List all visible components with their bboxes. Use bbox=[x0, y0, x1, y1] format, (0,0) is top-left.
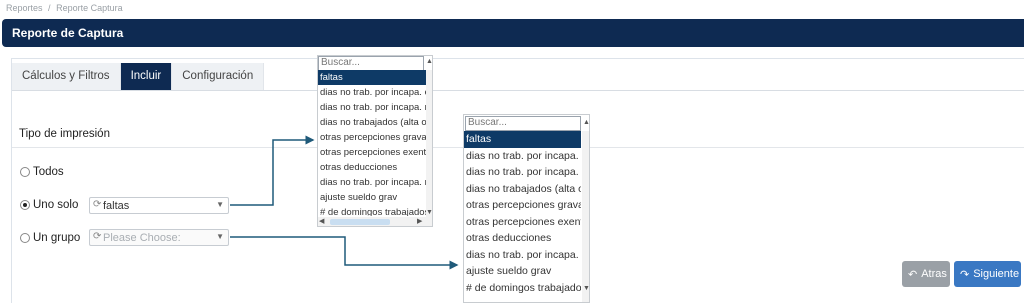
list-item[interactable]: otras percepciones gravables bbox=[318, 130, 426, 145]
scroll-left-icon[interactable]: ◀ bbox=[319, 218, 324, 226]
dropdown-large[interactable]: Buscar... ▲ faltas dias no trab. por inc… bbox=[463, 114, 590, 303]
dropdown-small-hscrollbar[interactable]: ◀ ▶ bbox=[318, 217, 432, 226]
un-grupo-select[interactable]: ⟳ Please Choose: ▼ bbox=[89, 229, 229, 246]
section-title: Tipo de impresión bbox=[19, 128, 110, 140]
list-item[interactable]: dias no trab. por incapa. enfermedad bbox=[318, 85, 426, 100]
page-header: Reporte de Captura bbox=[2, 19, 1024, 47]
list-item[interactable]: # de domingos trabajados bbox=[464, 280, 581, 297]
scroll-down-icon[interactable]: ▼ bbox=[583, 285, 589, 293]
option-todos-label: Todos bbox=[33, 166, 64, 178]
tab-configuracion[interactable]: Configuración bbox=[172, 63, 265, 90]
tab-bar: Cálculos y Filtros Incluir Configuración bbox=[12, 63, 265, 90]
tab-divider bbox=[12, 90, 1024, 91]
list-item[interactable]: dias no trabajados (alta o baja) bbox=[318, 115, 426, 130]
breadcrumb-current: Reporte Captura bbox=[56, 3, 123, 13]
list-item[interactable]: dias no trab. por incapa. enfermedad bbox=[464, 148, 581, 165]
list-item[interactable]: faltas bbox=[318, 70, 426, 85]
radio-todos[interactable] bbox=[20, 167, 30, 177]
list-item[interactable]: otras deducciones bbox=[464, 230, 581, 247]
list-item[interactable]: otras percepciones gravables bbox=[464, 197, 581, 214]
tab-calculos-filtros[interactable]: Cálculos y Filtros bbox=[12, 63, 121, 90]
option-un-grupo[interactable]: Un grupo bbox=[20, 232, 80, 244]
option-uno-solo-label: Uno solo bbox=[33, 199, 79, 211]
list-item[interactable]: otras percepciones exentas bbox=[318, 145, 426, 160]
back-button[interactable]: ↶ Atras bbox=[902, 261, 950, 287]
list-item[interactable]: dias no trab. por incapa. riesgo bbox=[464, 164, 581, 181]
dropdown-small-search[interactable]: Buscar... bbox=[318, 56, 424, 71]
dropdown-large-vscrollbar[interactable] bbox=[582, 131, 589, 302]
un-grupo-select-placeholder: Please Choose: bbox=[103, 232, 181, 244]
breadcrumb-reportes[interactable]: Reportes bbox=[6, 3, 43, 13]
scroll-right-icon[interactable]: ▶ bbox=[417, 218, 422, 226]
back-button-label: Atras bbox=[921, 268, 947, 280]
tab-incluir[interactable]: Incluir bbox=[120, 63, 173, 90]
next-button-label: Siguiente bbox=[973, 268, 1020, 280]
scroll-up-icon[interactable]: ▲ bbox=[583, 119, 589, 127]
chevron-down-icon: ▼ bbox=[216, 200, 224, 209]
dropdown-small[interactable]: Buscar... ▲ faltas dias no trab. por inc… bbox=[317, 55, 433, 227]
list-item[interactable]: faltas bbox=[464, 131, 581, 148]
breadcrumb: Reportes / Reporte Captura bbox=[6, 3, 126, 13]
list-item[interactable]: otras percepciones exentas bbox=[464, 214, 581, 231]
forward-arrow-icon: ↷ bbox=[960, 268, 970, 281]
list-item[interactable]: ajuste sueldo grav bbox=[464, 263, 581, 280]
list-item[interactable]: dias no trab. por incapa. maternidad bbox=[464, 247, 581, 264]
list-item[interactable]: dias no trabajados (alta o baja) bbox=[464, 181, 581, 198]
list-item[interactable]: ajuste sueldo grav bbox=[318, 190, 426, 205]
uno-solo-select[interactable]: ⟳ faltas ▼ bbox=[89, 197, 229, 214]
option-un-grupo-label: Un grupo bbox=[33, 232, 81, 244]
radio-uno-solo[interactable] bbox=[20, 200, 30, 210]
refresh-icon: ⟳ bbox=[93, 231, 102, 242]
breadcrumb-separator: / bbox=[48, 3, 51, 13]
list-item[interactable]: dias no trab. por incapa. riesgo bbox=[318, 100, 426, 115]
list-item[interactable]: # de domingos trabajados bbox=[318, 205, 426, 216]
refresh-icon: ⟳ bbox=[93, 199, 102, 210]
list-item[interactable]: otras deducciones bbox=[318, 160, 426, 175]
list-item[interactable]: dias no trab. por incapa. maternidad bbox=[318, 175, 426, 190]
scroll-down-icon[interactable]: ▼ bbox=[426, 209, 432, 217]
option-uno-solo[interactable]: Uno solo bbox=[20, 199, 78, 211]
dropdown-large-search[interactable]: Buscar... bbox=[465, 116, 581, 131]
uno-solo-select-value: faltas bbox=[103, 200, 130, 212]
undo-arrow-icon: ↶ bbox=[908, 268, 918, 281]
next-button[interactable]: ↷ Siguiente bbox=[954, 261, 1021, 287]
radio-un-grupo[interactable] bbox=[20, 233, 30, 243]
dropdown-small-list: faltas dias no trab. por incapa. enferme… bbox=[318, 70, 426, 216]
page-title: Reporte de Captura bbox=[12, 26, 124, 40]
dropdown-small-vscrollbar[interactable] bbox=[426, 70, 432, 217]
dropdown-small-hscroll-thumb[interactable] bbox=[330, 219, 390, 225]
dropdown-large-list: faltas dias no trab. por incapa. enferme… bbox=[464, 131, 581, 302]
chevron-down-icon: ▼ bbox=[216, 232, 224, 241]
scroll-up-icon[interactable]: ▲ bbox=[426, 58, 432, 66]
option-todos[interactable]: Todos bbox=[20, 166, 64, 178]
